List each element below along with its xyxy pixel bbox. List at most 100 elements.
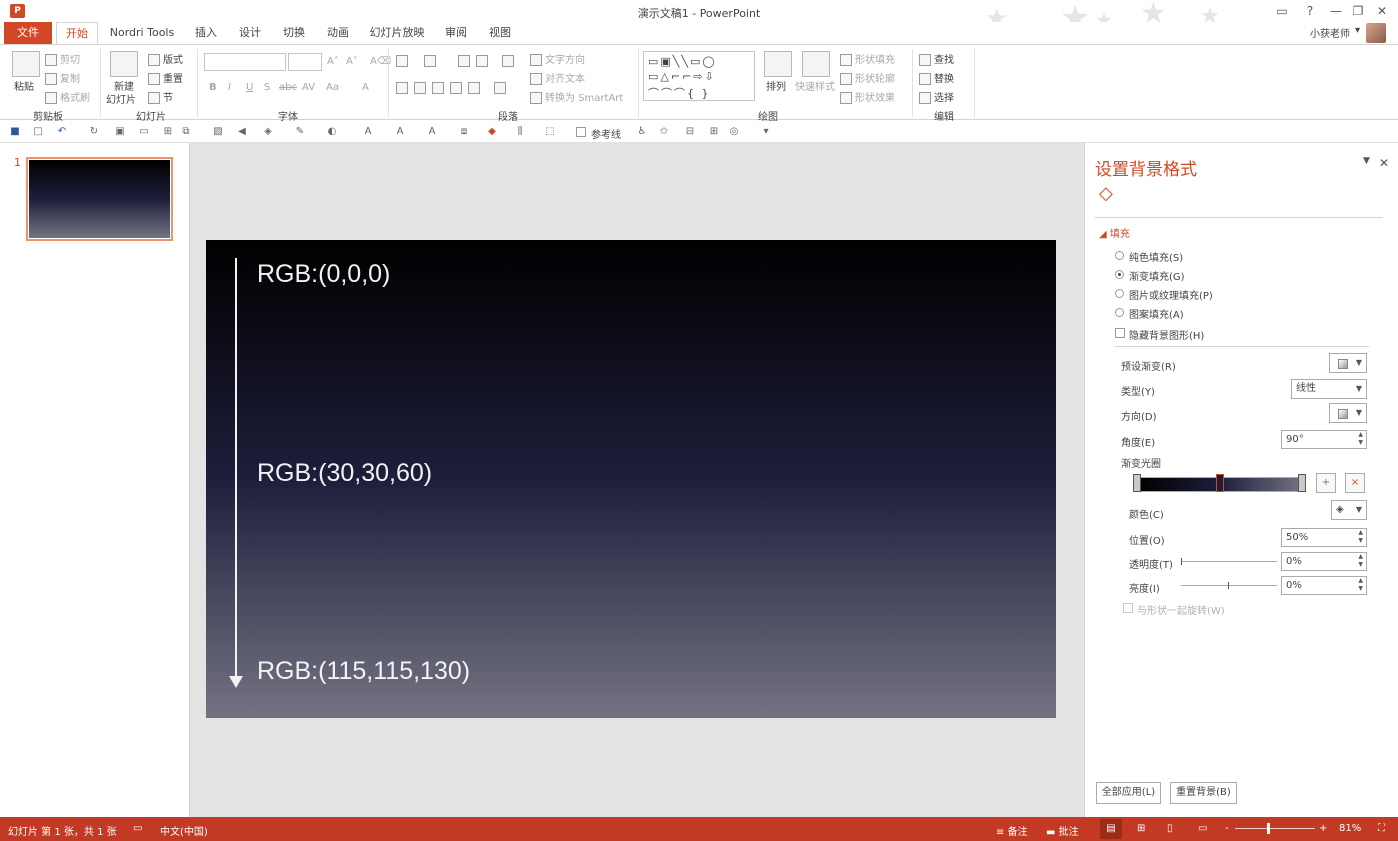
- tab-slideshow[interactable]: 幻灯片放映: [366, 22, 428, 44]
- spinner-icon[interactable]: ▲ ▼: [1358, 431, 1363, 447]
- window-icon[interactable]: ▭: [138, 126, 150, 138]
- selection-icon[interactable]: ⬚: [544, 126, 556, 138]
- color-dropdown[interactable]: ◈ ▼: [1331, 500, 1367, 520]
- spinner-icon[interactable]: ▲ ▼: [1358, 529, 1363, 545]
- distribute-button[interactable]: [468, 82, 483, 94]
- gradient-stop-2[interactable]: [1216, 474, 1224, 492]
- align-left-button[interactable]: [396, 82, 411, 94]
- shape-effect-icon[interactable]: ◐: [326, 126, 338, 138]
- preset-gradients-dropdown[interactable]: ▼: [1329, 353, 1367, 373]
- comments-button[interactable]: ▬ 批注: [1046, 823, 1079, 838]
- shape-effects-button[interactable]: 形状效果: [840, 89, 895, 104]
- tab-home[interactable]: 开始: [56, 22, 98, 45]
- rgb-label-bottom[interactable]: RGB:(115,115,130): [257, 657, 470, 686]
- reset-button[interactable]: 重置: [148, 70, 183, 85]
- restore-button[interactable]: ❐: [1346, 2, 1370, 20]
- pane-options-icon[interactable]: ▼: [1363, 156, 1370, 166]
- align-center-button[interactable]: [414, 82, 429, 94]
- font-name-dropdown[interactable]: [204, 53, 286, 71]
- fit-to-window-icon[interactable]: ⛶: [1378, 823, 1385, 834]
- paste-button[interactable]: 粘贴: [14, 78, 34, 93]
- slide-sorter-icon[interactable]: ⊞: [1137, 823, 1145, 834]
- fill-color-icon[interactable]: ◈: [262, 126, 274, 138]
- customize-qat-icon[interactable]: ▾: [760, 126, 772, 138]
- font-color-button[interactable]: A: [362, 82, 369, 93]
- format-painter-button[interactable]: 格式刷: [45, 89, 90, 104]
- audio-icon[interactable]: ◀: [236, 126, 248, 138]
- text-direction-button[interactable]: 文字方向: [530, 51, 585, 66]
- tab-transitions[interactable]: 切换: [278, 22, 310, 44]
- new-slide-label-2[interactable]: 幻灯片: [106, 91, 136, 106]
- pattern-fill-label[interactable]: 图案填充(A): [1129, 306, 1184, 321]
- tab-view[interactable]: 视图: [484, 22, 516, 44]
- avatar[interactable]: [1366, 23, 1386, 43]
- italic-button[interactable]: I: [228, 82, 231, 93]
- quick-styles-button[interactable]: 快速样式: [795, 78, 835, 93]
- grid-icon[interactable]: ⊞: [708, 126, 720, 138]
- find-button[interactable]: 查找: [919, 51, 954, 66]
- bullets-button[interactable]: [396, 55, 411, 67]
- zoom-slider-thumb[interactable]: [1267, 823, 1270, 834]
- hide-bg-graphics-checkbox[interactable]: [1115, 328, 1125, 338]
- remove-stop-icon[interactable]: ×: [1345, 473, 1365, 493]
- gradient-direction-arrow[interactable]: [235, 258, 237, 678]
- tab-design[interactable]: 设计: [234, 22, 266, 44]
- zoom-out-button[interactable]: -: [1225, 823, 1229, 834]
- replace-button[interactable]: 替换: [919, 70, 954, 85]
- notes-button[interactable]: ≡ 备注: [996, 823, 1028, 838]
- solid-fill-label[interactable]: 纯色填充(S): [1129, 249, 1183, 264]
- slide-thumbnail[interactable]: [26, 157, 173, 241]
- gradient-fill-radio[interactable]: [1115, 270, 1124, 279]
- align-text-button[interactable]: 对齐文本: [530, 70, 585, 85]
- rgb-label-top[interactable]: RGB:(0,0,0): [257, 260, 390, 289]
- accessibility-icon[interactable]: ♿: [636, 126, 648, 138]
- angle-input[interactable]: 90° ▲ ▼: [1281, 430, 1367, 449]
- decrease-indent-button[interactable]: [458, 55, 473, 67]
- direction-dropdown[interactable]: ▼: [1329, 403, 1367, 423]
- group-icon[interactable]: ⧉: [180, 126, 192, 138]
- fill-paint-bucket-icon[interactable]: ◇: [1099, 183, 1121, 205]
- section-button[interactable]: 节: [148, 89, 173, 104]
- spell-check-icon[interactable]: ▭: [133, 823, 142, 834]
- spinner-icon[interactable]: ▲ ▼: [1358, 553, 1363, 569]
- pane-close-icon[interactable]: ✕: [1379, 156, 1389, 170]
- add-stop-icon[interactable]: +: [1316, 473, 1336, 493]
- align-objects-icon[interactable]: ⫼: [514, 126, 526, 138]
- brightness-slider-thumb[interactable]: [1228, 582, 1229, 589]
- shape-row-2-icon[interactable]: ▭△⌐⌐⇨⇩: [648, 70, 716, 83]
- text-outline-icon[interactable]: A: [394, 126, 406, 138]
- font-size-dropdown[interactable]: [288, 53, 322, 71]
- outline-color-icon[interactable]: ✎: [294, 126, 306, 138]
- zoom-level[interactable]: 81%: [1339, 823, 1361, 834]
- line-spacing-button[interactable]: [502, 55, 517, 67]
- text-color-icon[interactable]: A: [362, 126, 374, 138]
- language-indicator[interactable]: 中文(中国): [160, 823, 208, 838]
- fill-section-header[interactable]: ◢ 填充: [1099, 225, 1130, 240]
- shadow-button[interactable]: S: [264, 82, 270, 93]
- rgb-label-middle[interactable]: RGB:(30,30,60): [257, 459, 432, 488]
- select-button[interactable]: 选择: [919, 89, 954, 104]
- position-input[interactable]: 50% ▲ ▼: [1281, 528, 1367, 547]
- brightness-slider[interactable]: [1181, 585, 1277, 586]
- slide-canvas[interactable]: RGB:(0,0,0) RGB:(30,30,60) RGB:(115,115,…: [206, 240, 1056, 718]
- close-button[interactable]: ✕: [1370, 2, 1394, 20]
- shape-row-3-icon[interactable]: ⌒⌒⌒{ }: [648, 85, 711, 101]
- convert-smartart-button[interactable]: 转换为 SmartArt: [530, 89, 623, 104]
- help-button[interactable]: ?: [1298, 2, 1322, 20]
- gradient-stop-3[interactable]: [1298, 474, 1306, 492]
- user-name[interactable]: 小获老师: [1310, 25, 1350, 40]
- shapes-gallery[interactable]: ▭▣╲╲▭◯ ▭△⌐⌐⇨⇩ ⌒⌒⌒{ }: [643, 51, 755, 101]
- table-icon[interactable]: ⊟: [684, 126, 696, 138]
- shape-outline-button[interactable]: 形状轮廓: [840, 70, 895, 85]
- minimize-button[interactable]: —: [1324, 2, 1348, 20]
- shape-row-1-icon[interactable]: ▭▣╲╲▭◯: [648, 55, 717, 68]
- rotate-with-shape-checkbox[interactable]: [1123, 603, 1133, 613]
- hide-bg-graphics-label[interactable]: 隐藏背景图形(H): [1129, 327, 1204, 342]
- numbering-button[interactable]: [424, 55, 439, 67]
- bold-button[interactable]: B: [209, 82, 217, 93]
- grow-font-button[interactable]: A˄: [327, 56, 339, 67]
- columns-button[interactable]: [494, 82, 509, 94]
- spinner-icon[interactable]: ▲ ▼: [1358, 577, 1363, 593]
- solid-fill-radio[interactable]: [1115, 251, 1124, 260]
- normal-view-icon[interactable]: ▤: [1100, 819, 1122, 839]
